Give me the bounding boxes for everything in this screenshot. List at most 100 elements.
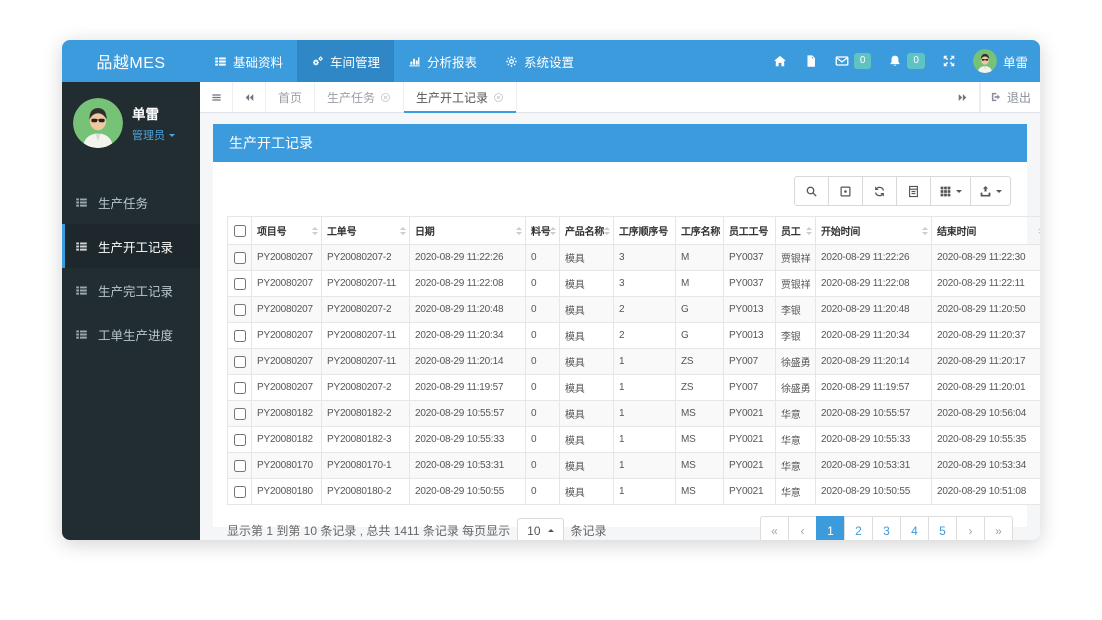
- square-dot-icon: [839, 185, 852, 198]
- sidebar-toggle-button[interactable]: [200, 82, 233, 112]
- table-row[interactable]: PY20080182PY20080182-32020-08-29 10:55:3…: [228, 427, 1041, 453]
- table-cell: 2020-08-29 11:20:34: [816, 323, 932, 349]
- logout-label: 退出: [1007, 89, 1031, 106]
- table-cell: 0: [526, 245, 560, 271]
- columns-button[interactable]: [930, 176, 971, 206]
- nav-item-analysis-reports[interactable]: 分析报表: [394, 40, 491, 82]
- table-cell: 模具: [560, 245, 614, 271]
- sidebar-item-production-finish-records[interactable]: 生产完工记录: [62, 268, 200, 312]
- table-cell: 2020-08-29 11:22:08: [816, 271, 932, 297]
- row-checkbox[interactable]: [234, 486, 246, 498]
- page-size-dropdown[interactable]: 10: [517, 518, 563, 541]
- column-header[interactable]: 开始时间: [816, 217, 932, 245]
- table-cell: 1: [614, 453, 676, 479]
- envelope-icon: [835, 54, 849, 68]
- table-cell: 2020-08-29 11:22:11: [932, 271, 1041, 297]
- table-cell: 2020-08-29 11:22:26: [816, 245, 932, 271]
- select-all-checkbox[interactable]: [234, 225, 246, 237]
- table-row[interactable]: PY20080180PY20080180-22020-08-29 10:50:5…: [228, 479, 1041, 505]
- table-cell: PY0013: [724, 323, 776, 349]
- page-button-next[interactable]: ›: [956, 516, 985, 540]
- row-checkbox[interactable]: [234, 330, 246, 342]
- table-cell: 0: [526, 479, 560, 505]
- table-cell: 模具: [560, 375, 614, 401]
- tab-production-tasks[interactable]: 生产任务: [315, 82, 404, 112]
- table-cell: PY20080207-2: [322, 297, 410, 323]
- column-header[interactable]: 日期: [410, 217, 526, 245]
- table-row[interactable]: PY20080207PY20080207-22020-08-29 11:22:2…: [228, 245, 1041, 271]
- pagination-switch-button[interactable]: [828, 176, 863, 206]
- page-button-last[interactable]: »: [984, 516, 1013, 540]
- file-icon: [804, 54, 818, 68]
- table-cell: 0: [526, 297, 560, 323]
- table-cell: 华意: [776, 453, 816, 479]
- table-row[interactable]: PY20080207PY20080207-22020-08-29 11:19:5…: [228, 375, 1041, 401]
- notifications-button[interactable]: 0: [888, 53, 925, 69]
- page-button-1[interactable]: 1: [816, 516, 845, 540]
- column-header[interactable]: 料号: [526, 217, 560, 245]
- role-dropdown[interactable]: 管理员: [132, 127, 175, 143]
- column-header[interactable]: 工单号: [322, 217, 410, 245]
- column-header[interactable]: 项目号: [252, 217, 322, 245]
- row-checkbox[interactable]: [234, 356, 246, 368]
- nav-item-basic-data[interactable]: 基础资料: [200, 40, 297, 82]
- nav-item-system-settings[interactable]: 系统设置: [491, 40, 588, 82]
- toggle-view-button[interactable]: [896, 176, 931, 206]
- row-checkbox[interactable]: [234, 382, 246, 394]
- table-cell: 2: [614, 323, 676, 349]
- row-checkbox[interactable]: [234, 434, 246, 446]
- th-list-icon: [75, 284, 88, 297]
- file-button[interactable]: [804, 54, 818, 68]
- messages-badge: 0: [854, 53, 872, 69]
- table-row[interactable]: PY20080207PY20080207-112020-08-29 11:20:…: [228, 349, 1041, 375]
- sidebar-item-work-order-progress[interactable]: 工单生产进度: [62, 312, 200, 356]
- row-checkbox[interactable]: [234, 252, 246, 264]
- fullscreen-button[interactable]: [942, 54, 956, 68]
- brand-logo[interactable]: 品越MES: [62, 40, 200, 82]
- tabs-scroll-right-button[interactable]: [947, 82, 980, 112]
- tab-home[interactable]: 首页: [266, 82, 315, 112]
- page-button-first[interactable]: «: [760, 516, 789, 540]
- table-row[interactable]: PY20080207PY20080207-22020-08-29 11:20:4…: [228, 297, 1041, 323]
- column-header[interactable]: 产品名称: [560, 217, 614, 245]
- logout-button[interactable]: 退出: [980, 82, 1040, 112]
- page-button-4[interactable]: 4: [900, 516, 929, 540]
- row-checkbox[interactable]: [234, 460, 246, 472]
- messages-button[interactable]: 0: [835, 53, 872, 69]
- navbar-user-menu[interactable]: 单雷: [973, 49, 1028, 73]
- table-cell: 模具: [560, 297, 614, 323]
- page-button-5[interactable]: 5: [928, 516, 957, 540]
- sort-icon: [516, 227, 522, 235]
- open-tabs: 首页生产任务生产开工记录: [266, 82, 517, 112]
- table-row[interactable]: PY20080207PY20080207-112020-08-29 11:22:…: [228, 271, 1041, 297]
- row-checkbox[interactable]: [234, 304, 246, 316]
- page-button-prev[interactable]: ‹: [788, 516, 817, 540]
- column-header[interactable]: 结束时间: [932, 217, 1041, 245]
- page-buttons: «‹12345›»: [760, 516, 1013, 540]
- table-row[interactable]: PY20080182PY20080182-22020-08-29 10:55:5…: [228, 401, 1041, 427]
- table-cell: 1: [614, 427, 676, 453]
- table-row[interactable]: PY20080170PY20080170-12020-08-29 10:53:3…: [228, 453, 1041, 479]
- column-label: 工单号: [327, 227, 356, 238]
- tab-production-start-records[interactable]: 生产开工记录: [404, 82, 517, 112]
- table-cell: PY0021: [724, 453, 776, 479]
- page-size-value: 10: [527, 524, 540, 538]
- sidebar-item-production-tasks[interactable]: 生产任务: [62, 180, 200, 224]
- home-button[interactable]: [773, 54, 787, 68]
- row-checkbox[interactable]: [234, 278, 246, 290]
- table-cell: 2020-08-29 10:50:55: [816, 479, 932, 505]
- search-button[interactable]: [794, 176, 829, 206]
- refresh-button[interactable]: [862, 176, 897, 206]
- tabs-scroll-left-button[interactable]: [233, 82, 266, 112]
- column-header: 工序顺序号: [614, 217, 676, 245]
- sidebar-item-production-start-records[interactable]: 生产开工记录: [62, 224, 200, 268]
- sort-icon: [400, 227, 406, 235]
- export-button[interactable]: [970, 176, 1011, 206]
- row-checkbox[interactable]: [234, 408, 246, 420]
- page-button-2[interactable]: 2: [844, 516, 873, 540]
- nav-item-workshop-management[interactable]: 车间管理: [297, 40, 394, 82]
- column-header[interactable]: 员工: [776, 217, 816, 245]
- refresh-icon: [873, 185, 886, 198]
- table-row[interactable]: PY20080207PY20080207-112020-08-29 11:20:…: [228, 323, 1041, 349]
- page-button-3[interactable]: 3: [872, 516, 901, 540]
